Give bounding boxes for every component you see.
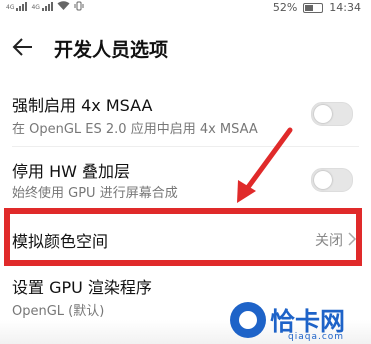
highlight-box bbox=[4, 208, 362, 266]
setting-subtitle: 始终使用 GPU 进行屏幕合成 bbox=[12, 186, 178, 201]
setting-force-4x-msaa[interactable]: 强制启用 4x MSAA 在 OpenGL ES 2.0 应用中启用 4x MS… bbox=[0, 86, 371, 142]
status-right: 52% 14:34 bbox=[273, 1, 361, 14]
status-left: 4G 4G bbox=[6, 1, 84, 11]
status-bar: 4G 4G 52% 14:34 bbox=[0, 0, 371, 16]
setting-disable-hw-overlay[interactable]: 停用 HW 叠加层 始终使用 GPU 进行屏幕合成 bbox=[0, 152, 371, 208]
page-title: 开发人员选项 bbox=[54, 39, 169, 61]
clock: 14:34 bbox=[329, 1, 361, 14]
signal-icon: 4G bbox=[6, 1, 28, 11]
divider bbox=[12, 146, 359, 147]
battery-icon bbox=[303, 2, 324, 13]
setting-subtitle: 在 OpenGL ES 2.0 应用中启用 4x MSAA bbox=[12, 122, 258, 137]
app-bar: 开发人员选项 bbox=[0, 26, 371, 70]
setting-subtitle: OpenGL (默认) bbox=[12, 304, 105, 319]
wifi-icon bbox=[57, 1, 70, 11]
setting-title: 停用 HW 叠加层 bbox=[12, 162, 131, 181]
signal-icon-2: 4G bbox=[31, 1, 53, 11]
hw-overlay-toggle[interactable] bbox=[311, 168, 353, 192]
watermark-logo-icon bbox=[230, 302, 266, 338]
msaa-toggle[interactable] bbox=[311, 102, 353, 126]
setting-title: 设置 GPU 渲染程序 bbox=[12, 278, 152, 297]
watermark-sub: qiaqa.com bbox=[288, 332, 345, 342]
setting-title: 强制启用 4x MSAA bbox=[12, 96, 153, 115]
battery-percent: 52% bbox=[272, 1, 298, 14]
watermark: 恰卡网 qiaqa.com bbox=[230, 302, 371, 344]
arrow-left-icon[interactable] bbox=[12, 36, 34, 58]
vibrate-icon bbox=[74, 1, 84, 11]
